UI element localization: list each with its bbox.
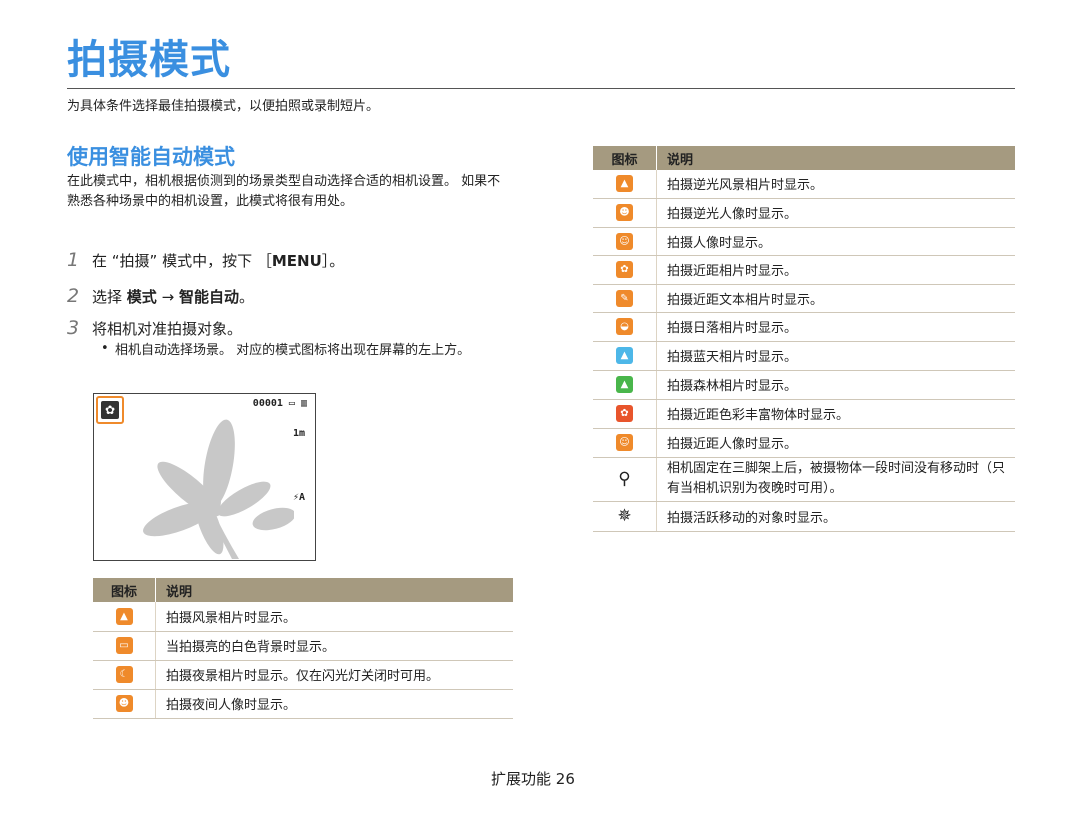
scene-icon-table-right: 图标 说明 ▲ 拍摄逆光风景相片时显示。 ☻ 拍摄逆光人像时显示。 ☺ 拍摄人像… [593,146,1015,532]
night-icon: ☾ [115,666,133,683]
macro-flower-icon: ✿ [96,396,124,424]
table-row: ☺ 拍摄近距人像时显示。 [593,428,1015,458]
macro-text-icon: ✎ [616,289,633,307]
step-number: 2 [67,285,80,307]
table-row: ◒ 拍摄日落相片时显示。 [593,312,1015,342]
row-desc: 拍摄蓝天相片时显示。 [656,341,1015,371]
table-row: ▭ 当拍摄亮的白色背景时显示。 [93,631,513,661]
table-row: ✿ 拍摄近距相片时显示。 [593,255,1015,285]
step-text: 选择 [92,288,123,306]
table-header: 图标 说明 [593,146,1015,170]
sunset-icon: ◒ [616,318,633,335]
table-row: ✎ 拍摄近距文本相片时显示。 [593,284,1015,313]
row-desc: 拍摄近距相片时显示。 [656,255,1015,285]
table-row: ▲ 拍摄蓝天相片时显示。 [593,341,1015,371]
shot-counter: 00001 ▭ ▥ [252,398,307,409]
table-row: ▲ 拍摄风景相片时显示。 [93,602,513,632]
row-desc: 拍摄森林相片时显示。 [656,370,1015,400]
table-row: ▲ 拍摄森林相片时显示。 [593,370,1015,400]
action-icon: ✵ [617,505,632,526]
flower-silhouette [143,419,294,559]
step-3-bullet: 相机自动选择场景。 对应的模式图标将出现在屏幕的左上方。 [115,343,471,358]
step-text: 在 “拍摄” 模式中，按下 ［ [92,252,272,270]
smart-auto-label: 智能自动 [178,288,239,306]
image-size-indicator: 1m [292,428,305,439]
page-footer: 扩展功能 26 [491,768,575,789]
macro-color-icon: ✿ [616,405,633,422]
row-desc: 拍摄风景相片时显示。 [155,602,513,632]
header-desc: 说明 [667,152,694,168]
landscape-icon: ▲ [115,607,133,625]
step-text-end: 。 [238,288,254,306]
table-row: ☺ 拍摄人像时显示。 [593,227,1015,256]
flash-indicator: ⚡A [292,492,305,503]
arrow-glyph: → [161,288,175,306]
row-desc: 拍摄近距色彩丰富物体时显示。 [656,399,1015,429]
table-row: ☻ 拍摄逆光人像时显示。 [593,198,1015,228]
step-text-end: ］。 [321,252,345,270]
step-2: 2 选择 模式 → 智能自动。 [67,285,254,307]
step-number: 1 [67,249,80,271]
blue-sky-icon: ▲ [616,347,633,364]
tripod-icon: ⚲ [618,468,631,489]
step-1: 1 在 “拍摄” 模式中，按下 ［MENU］。 [67,249,344,271]
header-icon: 图标 [93,578,156,602]
row-desc: 拍摄活跃移动的对象时显示。 [656,501,1015,532]
header-desc: 说明 [166,584,193,600]
table-row: ☻ 拍摄夜间人像时显示。 [93,689,513,719]
menu-key-label: MENU [271,252,322,270]
section-description: 在此模式中，相机根据侦测到的场景类型自动选择合适的相机设置。 如果不熟悉各种场景… [67,174,501,209]
table-row: ▲ 拍摄逆光风景相片时显示。 [593,170,1015,199]
table-row: ✵ 拍摄活跃移动的对象时显示。 [593,501,1015,532]
row-desc: 拍摄夜间人像时显示。 [155,689,513,719]
row-desc: 拍摄近距人像时显示。 [656,428,1015,458]
backlight-landscape-icon: ▲ [616,175,633,193]
macro-portrait-icon: ☺ [616,434,633,451]
title-divider [67,88,1015,89]
row-desc: 拍摄人像时显示。 [656,227,1015,256]
row-desc: 当拍摄亮的白色背景时显示。 [155,631,513,661]
page-title: 拍摄模式 [67,37,231,83]
white-icon: ▭ [115,637,133,654]
mode-menu-label: 模式 [126,288,157,306]
footer-section-label: 扩展功能 [491,770,552,788]
bullet-dot: • [101,341,109,356]
forest-icon: ▲ [616,376,633,393]
row-desc: 拍摄逆光人像时显示。 [656,198,1015,228]
row-desc: 拍摄近距文本相片时显示。 [656,284,1015,313]
table-header: 图标 说明 [93,578,513,602]
row-desc: 相机固定在三脚架上后，被摄物体一段时间没有移动时（只有当相机识别为夜晚时可用）。 [656,457,1015,502]
step-number: 3 [67,317,80,339]
camera-screen-illustration: ✿ 00001 ▭ ▥ 1m ⚡A [93,393,316,561]
row-desc: 拍摄逆光风景相片时显示。 [656,170,1015,199]
night-portrait-icon: ☻ [115,695,133,712]
page-intro: 为具体条件选择最佳拍摄模式，以便拍照或录制短片。 [67,99,380,114]
table-row: ☾ 拍摄夜景相片时显示。仅在闪光灯关闭时可用。 [93,660,513,690]
step-3: 3 将相机对准拍摄对象。 [67,317,242,339]
table-row: ⚲ 相机固定在三脚架上后，被摄物体一段时间没有移动时（只有当相机识别为夜晚时可用… [593,457,1015,502]
step-text: 将相机对准拍摄对象。 [92,320,243,338]
row-desc: 拍摄夜景相片时显示。仅在闪光灯关闭时可用。 [155,660,513,690]
row-desc: 拍摄日落相片时显示。 [656,312,1015,342]
page-number: 26 [555,770,575,788]
header-icon: 图标 [593,146,657,170]
table-row: ✿ 拍摄近距色彩丰富物体时显示。 [593,399,1015,429]
scene-icon-table-left: 图标 说明 ▲ 拍摄风景相片时显示。 ▭ 当拍摄亮的白色背景时显示。 ☾ 拍摄夜… [93,578,513,719]
portrait-icon: ☺ [616,232,633,250]
section-title: 使用智能自动模式 [67,145,235,169]
backlight-portrait-icon: ☻ [616,204,633,221]
macro-icon: ✿ [616,261,633,278]
